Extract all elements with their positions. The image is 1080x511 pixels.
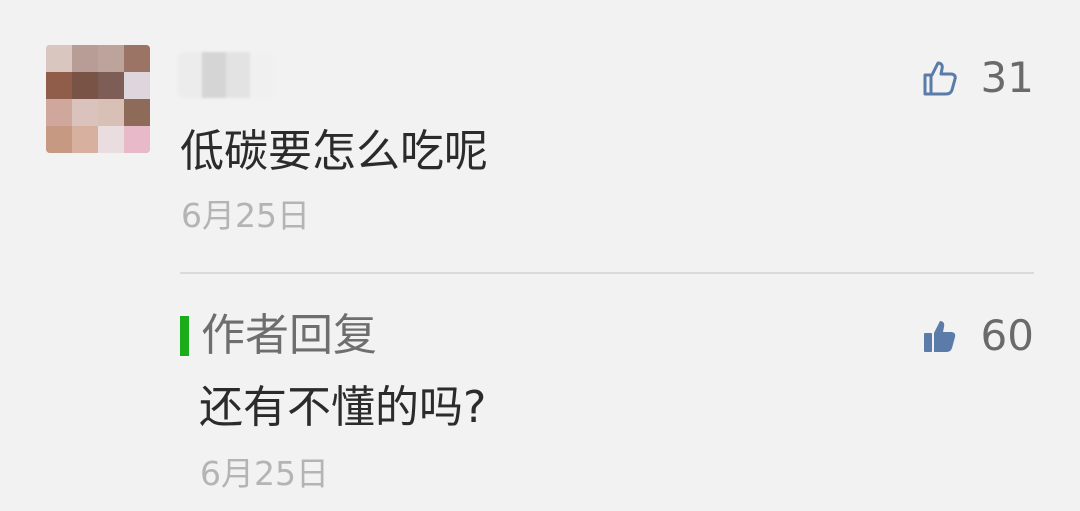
author-reply-like-button[interactable]: 60 bbox=[919, 308, 1034, 364]
comment-date: 6月25日 bbox=[181, 196, 310, 235]
username-blurred[interactable] bbox=[178, 52, 274, 98]
author-reply-title: 作者回复 bbox=[201, 310, 377, 361]
comment-text: 低碳要怎么吃呢 bbox=[180, 126, 488, 177]
author-reply-like-count: 60 bbox=[980, 311, 1034, 360]
comment-like-count: 31 bbox=[980, 53, 1034, 102]
author-reply-text: 还有不懂的吗? bbox=[199, 382, 487, 433]
avatar[interactable] bbox=[46, 45, 150, 153]
author-reply-accent-bar bbox=[180, 316, 189, 356]
divider bbox=[180, 272, 1034, 274]
thumbs-up-outline-icon bbox=[919, 58, 959, 98]
author-reply-date: 6月25日 bbox=[200, 454, 329, 493]
comment-like-button[interactable]: 31 bbox=[919, 50, 1034, 106]
thumbs-up-filled-icon bbox=[919, 316, 959, 356]
